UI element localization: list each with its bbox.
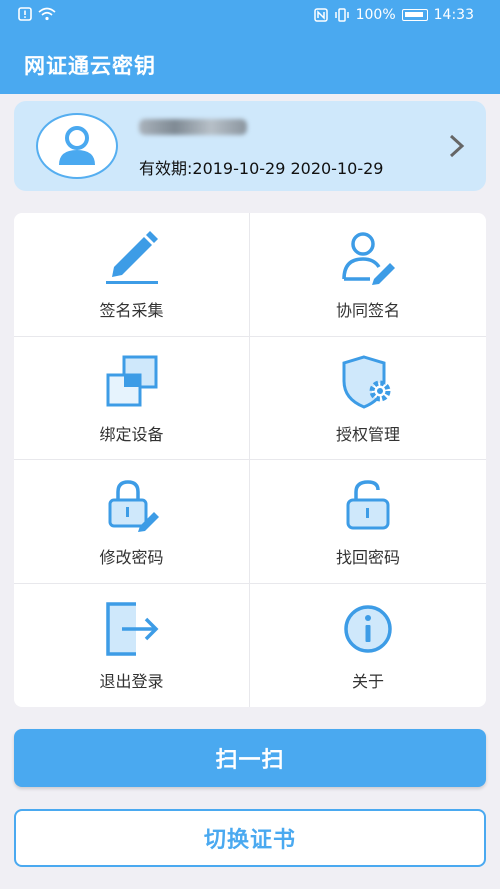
menu-co-sign[interactable]: 协同签名 bbox=[250, 213, 486, 337]
menu-about[interactable]: 关于 bbox=[250, 584, 486, 708]
menu-label: 找回密码 bbox=[335, 548, 400, 567]
validity-period: 有效期:2019-10-29 2020-10-29 bbox=[139, 159, 384, 178]
app-title: 网证通云密钥 bbox=[24, 54, 156, 78]
user-avatar-icon bbox=[59, 126, 95, 165]
exit-icon bbox=[105, 601, 158, 656]
scan-button[interactable]: 扫一扫 bbox=[14, 729, 486, 787]
username-blurred bbox=[139, 119, 247, 135]
menu-label: 签名采集 bbox=[99, 301, 164, 320]
status-bar: 100% 14:33 bbox=[0, 0, 500, 32]
menu-recover-password[interactable]: 找回密码 bbox=[250, 460, 486, 584]
info-icon bbox=[344, 604, 392, 653]
menu-label: 关于 bbox=[351, 671, 384, 691]
pen-icon bbox=[105, 231, 158, 284]
menu-label: 退出登录 bbox=[99, 671, 164, 691]
app-bar: 网证通云密钥 bbox=[0, 32, 500, 94]
menu-sign-collect[interactable]: 签名采集 bbox=[14, 213, 250, 337]
profile-card[interactable]: 有效期:2019-10-29 2020-10-29 bbox=[14, 101, 486, 191]
menu-authorization[interactable]: 授权管理 bbox=[250, 337, 486, 460]
wifi-icon bbox=[38, 7, 56, 21]
nfc-icon bbox=[313, 8, 328, 22]
menu-change-password[interactable]: 修改密码 bbox=[14, 460, 250, 584]
chevron-right-icon[interactable] bbox=[446, 133, 468, 159]
user-edit-icon bbox=[342, 232, 395, 285]
lock-edit-icon bbox=[108, 480, 159, 532]
menu-label: 协同签名 bbox=[335, 301, 400, 320]
devices-icon bbox=[106, 355, 157, 406]
menu-label: 授权管理 bbox=[335, 424, 400, 444]
battery-percent: 100% bbox=[355, 7, 396, 23]
unlock-icon bbox=[346, 480, 390, 530]
menu-logout[interactable]: 退出登录 bbox=[14, 583, 250, 707]
switch-certificate-button[interactable]: 切换证书 bbox=[14, 809, 486, 867]
menu-label: 绑定设备 bbox=[99, 424, 164, 444]
menu-bind-device[interactable]: 绑定设备 bbox=[14, 336, 250, 460]
alert-icon bbox=[18, 7, 32, 21]
battery-icon bbox=[401, 9, 428, 21]
shield-gear-icon bbox=[342, 354, 391, 409]
menu-label: 修改密码 bbox=[99, 548, 164, 567]
vibrate-icon bbox=[334, 8, 349, 22]
clock: 14:33 bbox=[433, 7, 474, 23]
avatar bbox=[36, 113, 118, 179]
function-grid: 签名采集 协同签名 绑定设备 授权管理 修改密码 找回密码 退出登录 关于 bbox=[14, 213, 486, 707]
